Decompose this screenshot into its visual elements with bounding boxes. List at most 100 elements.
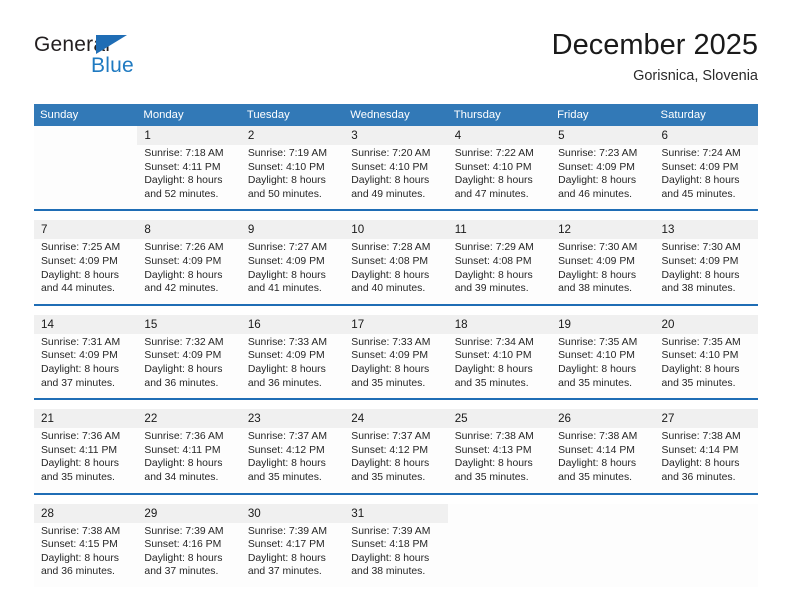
- weekday-header-friday: Friday: [551, 104, 655, 126]
- day-cell: Sunrise: 7:39 AM Sunset: 4:18 PM Daylight:…: [344, 522, 448, 587]
- day-number[interactable]: 18: [447, 314, 552, 334]
- day-cell: Sunrise: 7:34 AM Sunset: 4:10 PM Daylight:…: [447, 333, 552, 400]
- day-cell: Sunrise: 7:30 AM Sunset: 4:09 PM Daylight:…: [551, 239, 655, 305]
- day-sunset-text: Sunset: 4:09 PM: [661, 161, 739, 173]
- week-separator-cell: [137, 398, 241, 410]
- day-number[interactable]: 2: [240, 126, 345, 145]
- day-cell: Sunrise: 7:36 AM Sunset: 4:11 PM Daylight:…: [34, 428, 138, 494]
- day-number[interactable]: 21: [34, 409, 138, 429]
- day-number[interactable]: 31: [344, 503, 448, 523]
- day-number[interactable]: 9: [240, 220, 345, 240]
- day-cell: Sunrise: 7:32 AM Sunset: 4:09 PM Daylight:…: [137, 333, 241, 400]
- day-number[interactable]: 26: [551, 409, 655, 429]
- day-number-row: 7 8 9 10 11 12 13: [34, 220, 758, 240]
- day-daylight-1-text: Daylight: 8 hours: [558, 363, 637, 375]
- day-daylight-2-text: and 39 minutes.: [454, 283, 529, 295]
- day-daylight-2-text: and 40 minutes.: [351, 283, 426, 295]
- day-number[interactable]: 15: [137, 314, 241, 334]
- day-number-empty: [551, 503, 655, 523]
- day-daylight-1-text: Daylight: 8 hours: [247, 363, 326, 375]
- day-sunrise-text: Sunrise: 7:38 AM: [558, 431, 638, 443]
- day-daylight-1-text: Daylight: 8 hours: [661, 269, 740, 281]
- day-number[interactable]: 13: [654, 220, 758, 240]
- day-cell: Sunrise: 7:39 AM Sunset: 4:16 PM Daylight:…: [137, 522, 241, 587]
- day-sunrise-text: Sunrise: 7:38 AM: [454, 431, 534, 443]
- day-daylight-2-text: and 35 minutes.: [558, 471, 633, 483]
- day-cell: Sunrise: 7:38 AM Sunset: 4:15 PM Daylight:…: [34, 522, 138, 587]
- day-info-row: Sunrise: 7:25 AM Sunset: 4:09 PM Daylight:…: [34, 239, 758, 305]
- general-blue-logo[interactable]: General Blue: [34, 33, 194, 81]
- day-daylight-1-text: Daylight: 8 hours: [351, 458, 430, 470]
- day-daylight-1-text: Daylight: 8 hours: [41, 269, 119, 281]
- week-separator-cell: [344, 398, 448, 410]
- day-daylight-2-text: and 35 minutes.: [454, 377, 529, 389]
- day-number[interactable]: 10: [344, 220, 448, 240]
- day-number[interactable]: 12: [551, 220, 655, 240]
- day-sunrise-text: Sunrise: 7:29 AM: [454, 242, 534, 254]
- day-daylight-2-text: and 36 minutes.: [144, 377, 219, 389]
- logo-triangle-icon: [96, 35, 127, 54]
- day-daylight-2-text: and 35 minutes.: [558, 377, 633, 389]
- day-sunset-text: Sunset: 4:09 PM: [661, 255, 739, 267]
- day-cell: Sunrise: 7:39 AM Sunset: 4:17 PM Daylight:…: [240, 522, 345, 587]
- day-number[interactable]: 22: [137, 409, 241, 429]
- day-number[interactable]: 25: [447, 409, 552, 429]
- calendar-page: General Blue December 2025 Gorisnica, Sl…: [0, 0, 792, 612]
- page-title: December 2025: [551, 29, 758, 61]
- day-number[interactable]: 11: [447, 220, 552, 240]
- week-separator: [34, 398, 758, 410]
- day-number[interactable]: 23: [240, 409, 345, 429]
- day-daylight-1-text: Daylight: 8 hours: [247, 458, 326, 470]
- day-info-row: Sunrise: 7:38 AM Sunset: 4:15 PM Daylight:…: [34, 522, 758, 587]
- day-number[interactable]: 27: [654, 409, 758, 429]
- day-cell-empty: [34, 145, 138, 211]
- day-cell-empty: [447, 522, 552, 587]
- week-separator-cell: [654, 303, 758, 315]
- page-header: General Blue December 2025 Gorisnica, Sl…: [0, 0, 792, 100]
- day-daylight-2-text: and 36 minutes.: [247, 377, 322, 389]
- day-sunrise-text: Sunrise: 7:33 AM: [247, 336, 327, 348]
- day-cell: Sunrise: 7:20 AM Sunset: 4:10 PM Daylight:…: [344, 145, 448, 211]
- day-number[interactable]: 24: [344, 409, 448, 429]
- day-number[interactable]: 19: [551, 314, 655, 334]
- day-number[interactable]: 28: [34, 503, 138, 523]
- day-number[interactable]: 7: [34, 220, 138, 240]
- day-sunset-text: Sunset: 4:11 PM: [41, 444, 118, 456]
- day-cell: Sunrise: 7:23 AM Sunset: 4:09 PM Daylight:…: [551, 145, 655, 211]
- day-cell: Sunrise: 7:37 AM Sunset: 4:12 PM Daylight:…: [240, 428, 345, 494]
- day-sunrise-text: Sunrise: 7:36 AM: [144, 431, 224, 443]
- day-number[interactable]: 14: [34, 314, 138, 334]
- day-sunrise-text: Sunrise: 7:35 AM: [558, 336, 638, 348]
- day-daylight-1-text: Daylight: 8 hours: [41, 363, 119, 375]
- day-sunrise-text: Sunrise: 7:39 AM: [247, 525, 327, 537]
- day-daylight-1-text: Daylight: 8 hours: [247, 175, 326, 187]
- day-number[interactable]: 29: [137, 503, 241, 523]
- day-number[interactable]: 17: [344, 314, 448, 334]
- weekday-header-row: Sunday Monday Tuesday Wednesday Thursday…: [34, 104, 758, 126]
- day-number[interactable]: 5: [551, 126, 655, 145]
- day-number[interactable]: 16: [240, 314, 345, 334]
- day-info-row: Sunrise: 7:36 AM Sunset: 4:11 PM Daylight:…: [34, 428, 758, 494]
- day-sunrise-text: Sunrise: 7:36 AM: [41, 431, 121, 443]
- day-number[interactable]: 30: [240, 503, 345, 523]
- day-number[interactable]: 8: [137, 220, 241, 240]
- day-sunset-text: Sunset: 4:10 PM: [558, 350, 635, 362]
- day-daylight-1-text: Daylight: 8 hours: [351, 269, 430, 281]
- day-daylight-2-text: and 34 minutes.: [144, 471, 219, 483]
- day-daylight-2-text: and 37 minutes.: [41, 377, 115, 389]
- day-sunset-text: Sunset: 4:12 PM: [247, 444, 325, 456]
- day-number[interactable]: 6: [654, 126, 758, 145]
- week-separator: [34, 303, 758, 315]
- day-number[interactable]: 1: [137, 126, 241, 145]
- day-daylight-1-text: Daylight: 8 hours: [41, 458, 119, 470]
- day-number[interactable]: 4: [447, 126, 552, 145]
- day-number[interactable]: 20: [654, 314, 758, 334]
- day-daylight-2-text: and 45 minutes.: [661, 188, 736, 200]
- day-daylight-2-text: and 44 minutes.: [41, 283, 115, 295]
- day-number[interactable]: 3: [344, 126, 448, 145]
- week-separator-cell: [344, 492, 448, 504]
- day-cell: Sunrise: 7:18 AM Sunset: 4:11 PM Daylight:…: [137, 145, 241, 211]
- week-separator-cell: [137, 492, 241, 504]
- day-sunset-text: Sunset: 4:10 PM: [351, 161, 429, 173]
- week-separator-cell: [551, 209, 655, 221]
